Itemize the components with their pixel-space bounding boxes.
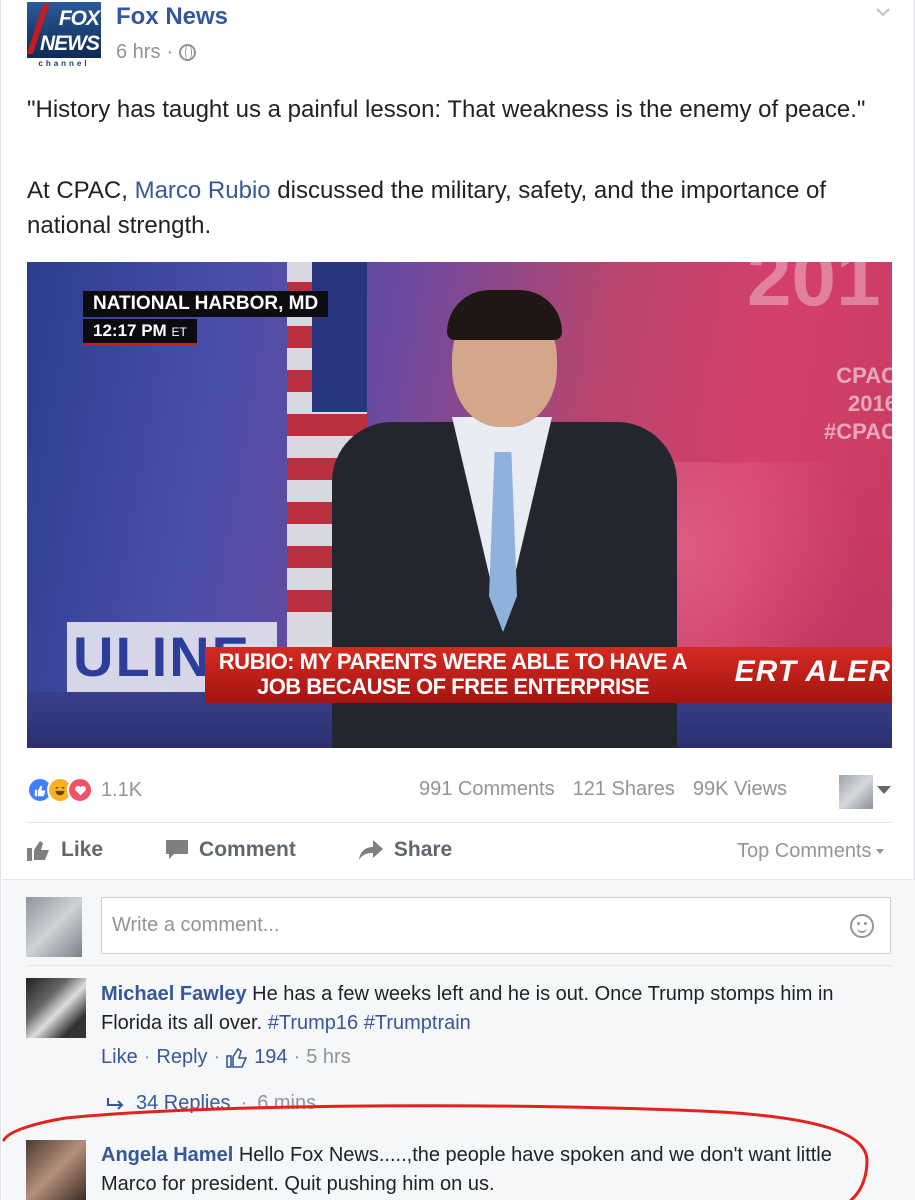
facebook-post: FOX NEWS channel Fox News 6 hrs · "Histo… (0, 0, 915, 1200)
video-player[interactable]: 201 CPAC 2016 #CPAC ULINE NATIONAL HARBO… (27, 262, 892, 748)
comment-icon (166, 840, 189, 859)
comment-item: Angela Hamel Hello Fox News.....,the peo… (101, 1141, 881, 1199)
like-button[interactable]: Like (27, 838, 103, 862)
post-quote: "History has taught us a painful lesson:… (27, 96, 866, 123)
headline-text: RUBIO: MY PARENTS WERE ABLE TO HAVE A JO… (218, 649, 688, 699)
commenter-avatar[interactable] (26, 1140, 86, 1200)
logo-text-fox: FOX (58, 7, 100, 30)
share-arrow-icon (358, 840, 383, 860)
meta-separator: · (143, 1046, 151, 1068)
speaker-hair (447, 290, 562, 340)
comment-button[interactable]: Comment (165, 838, 296, 862)
comment-time[interactable]: 5 hrs (306, 1046, 350, 1069)
meta-separator: · (240, 1092, 248, 1114)
comment-input[interactable]: Write a comment... (101, 897, 891, 954)
like-label: Like (61, 838, 104, 861)
logo-text-news: NEWS (40, 32, 100, 55)
broadcast-time-zone: ET (171, 325, 187, 339)
caret-down-icon (875, 849, 884, 855)
divider (27, 965, 892, 966)
comment-label: Comment (199, 838, 296, 861)
thumbs-up-outline-icon (226, 1047, 248, 1068)
logo-text-channel: channel (27, 58, 101, 69)
reactions-summary[interactable]: 1.1K (27, 777, 142, 803)
comment-actions: Like · Reply · 194 · 5 hrs (101, 1046, 351, 1069)
location-text: NATIONAL HARBOR, MD (83, 291, 329, 317)
comment-like-count[interactable]: 194 (254, 1046, 287, 1069)
post-meta: 6 hrs · (116, 41, 197, 64)
globe-icon (179, 44, 197, 61)
top-comments-label: Top Comments (737, 840, 872, 862)
meta-separator: · (213, 1046, 221, 1068)
hashtag-link[interactable]: #Trumptrain (364, 1012, 471, 1034)
views-count: 99K Views (692, 778, 788, 800)
commenter-avatar[interactable] (26, 978, 86, 1038)
current-user-avatar (26, 897, 82, 957)
share-button[interactable]: Share (358, 838, 452, 862)
comment-reply-link[interactable]: Reply (156, 1046, 207, 1069)
cpac-backdrop-text: CPAC 2016 #CPAC (824, 363, 892, 444)
broadcast-time: 12:17 PM ET (83, 319, 197, 345)
commenter-name[interactable]: Angela Hamel (101, 1144, 233, 1166)
share-label: Share (393, 838, 453, 861)
post-time[interactable]: 6 hrs (116, 41, 160, 64)
comments-count-link[interactable]: 991 Comments (419, 778, 555, 801)
love-reaction-icon (67, 777, 93, 803)
headline-banner: RUBIO: MY PARENTS WERE ABLE TO HAVE A JO… (205, 647, 892, 703)
view-replies-link[interactable]: 34 Replies · 6 mins (106, 1092, 316, 1115)
caret-down-icon[interactable] (877, 786, 891, 794)
top-comments-dropdown[interactable]: Top Comments (737, 840, 884, 863)
meta-separator: · (293, 1046, 301, 1068)
viewer-avatar[interactable] (839, 775, 873, 809)
divider (27, 822, 892, 823)
comment-item: Michael Fawley He has a few weeks left a… (101, 980, 881, 1038)
alert-text: ERT ALER (734, 655, 891, 688)
broadcast-time-value: 12:17 PM (93, 321, 167, 340)
commenter-name[interactable]: Michael Fawley (101, 983, 247, 1005)
reply-arrow-icon (107, 1097, 124, 1110)
emoji-icon[interactable] (850, 914, 874, 938)
engagement-stats: 991 Comments 121 Shares 99K Views (419, 778, 787, 801)
page-name-link[interactable]: Fox News (116, 3, 228, 31)
thumbs-up-icon (27, 841, 49, 861)
location-lower-third: NATIONAL HARBOR, MD 12:17 PM ET (83, 291, 329, 345)
action-bar: Like Comment Share (27, 838, 452, 862)
comment-input-placeholder: Write a comment... (112, 914, 280, 936)
hashtag-link[interactable]: #Trump16 (268, 1012, 358, 1034)
comment-like-link[interactable]: Like (101, 1046, 138, 1069)
post-description-text: At CPAC, (27, 177, 135, 204)
replies-count: 34 Replies (136, 1092, 231, 1114)
stage-year-text: 201 (747, 262, 881, 322)
replies-time: 6 mins (257, 1092, 317, 1114)
post-description: At CPAC, Marco Rubio discussed the milit… (27, 173, 897, 243)
reaction-count: 1.1K (101, 778, 143, 801)
shares-count-link[interactable]: 121 Shares (573, 778, 675, 801)
fox-news-logo[interactable]: FOX NEWS channel (27, 2, 101, 69)
marco-rubio-link[interactable]: Marco Rubio (135, 177, 271, 204)
meta-separator: · (166, 41, 174, 63)
chevron-down-icon[interactable] (875, 4, 891, 20)
